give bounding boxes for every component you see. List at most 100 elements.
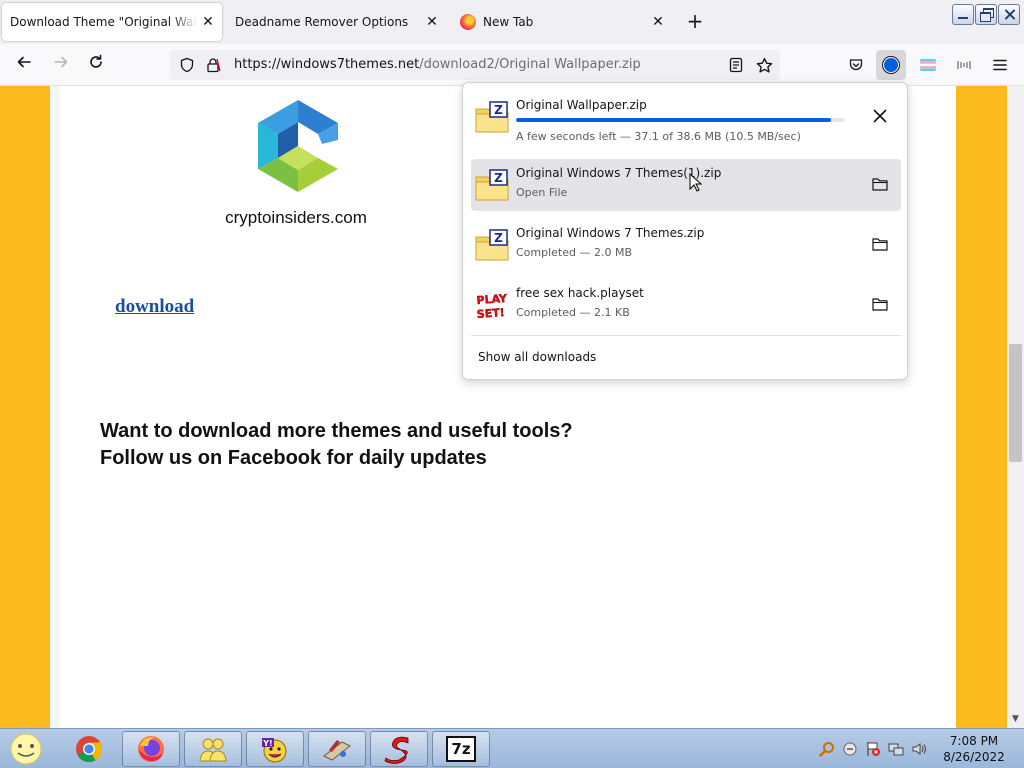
lock-icon[interactable] (202, 54, 224, 76)
tab-new-tab[interactable]: New Tab ✕ (452, 3, 672, 41)
tab-deadname-remover[interactable]: Deadname Remover Options ✕ (226, 3, 446, 41)
scroll-down-arrow-icon[interactable]: ▼ (1007, 714, 1024, 726)
zip-file-icon: Z (475, 229, 509, 261)
zip-file-icon: Z (475, 101, 509, 133)
forward-arrow-icon (54, 56, 68, 68)
minimize-button[interactable] (952, 4, 974, 25)
taskbar-contacts[interactable] (184, 731, 242, 767)
downloads-button[interactable] (876, 50, 906, 80)
promo-text: Want to download more themes and useful … (100, 418, 573, 472)
taskbar-paint-app[interactable] (308, 731, 366, 767)
action-center-flag-icon[interactable] (864, 741, 881, 758)
reload-button[interactable] (85, 54, 107, 76)
volume-icon[interactable] (910, 741, 927, 758)
back-arrow-icon (17, 56, 31, 68)
folder-icon (872, 298, 888, 311)
download-status: Completed — 2.0 MB (516, 246, 633, 259)
taskbar: Y! 7z 7:08 PM 8/26/2022 (0, 728, 1024, 768)
show-all-downloads-button[interactable]: Show all downloads (478, 350, 596, 364)
site-name: cryptoinsiders.com (225, 208, 367, 227)
download-progress-bar (516, 118, 844, 122)
tracking-protection-shield-icon[interactable] (176, 54, 198, 76)
extension-icon[interactable] (953, 54, 975, 76)
tab-title: Deadname Remover Options (235, 15, 409, 29)
divider (471, 335, 901, 336)
tab-close-icon[interactable]: ✕ (200, 14, 216, 30)
download-progress-icon (882, 56, 900, 74)
svg-text:SET!: SET! (476, 306, 505, 321)
download-item-original-wallpaper[interactable]: Z Original Wallpaper.zip A few seconds l… (471, 91, 901, 143)
red-s-app-icon (384, 736, 409, 764)
taskbar-app-s[interactable] (370, 731, 428, 767)
taskbar-yahoo-messenger[interactable]: Y! (246, 731, 304, 767)
promo-line-1: Want to download more themes and useful … (100, 420, 573, 442)
chrome-icon (76, 736, 103, 763)
navigation-toolbar: https://windows7themes.net/download2/Ori… (0, 44, 1024, 86)
taskbar-chrome[interactable] (60, 731, 118, 767)
playset-file-icon: PLAY SET! (476, 292, 509, 321)
url-path: /download2/Original Wallpaper.zip (419, 57, 641, 72)
download-item-themes-1[interactable]: Z Original Windows 7 Themes(1).zip Open … (471, 159, 901, 211)
url-text[interactable]: https://windows7themes.net/download2/Ori… (234, 57, 641, 72)
clock-date: 8/26/2022 (943, 750, 1005, 764)
firefox-icon (138, 736, 164, 762)
new-tab-button[interactable]: + (686, 11, 704, 31)
download-status: Open File (516, 186, 568, 199)
address-bar[interactable]: https://windows7themes.net/download2/Ori… (170, 50, 780, 80)
tab-close-icon[interactable]: ✕ (424, 14, 440, 30)
download-name: Original Windows 7 Themes.zip (516, 226, 705, 240)
paint-icon (323, 740, 351, 761)
extension-flag-icon[interactable] (917, 54, 939, 76)
taskbar-7zip[interactable]: 7z (432, 731, 490, 767)
page-left-strip (50, 86, 60, 728)
cryptoinsiders-logo (258, 100, 338, 192)
svg-text:Z: Z (494, 103, 503, 117)
pocket-icon[interactable] (845, 54, 867, 76)
folder-icon (872, 178, 888, 191)
svg-text:Z: Z (494, 231, 503, 245)
vertical-scrollbar[interactable]: ▼ (1007, 86, 1024, 728)
download-link[interactable]: download (115, 296, 194, 318)
clock-time: 7:08 PM (949, 734, 999, 748)
close-window-button[interactable] (998, 4, 1020, 25)
tab-strip: Download Theme "Original Wallpap ✕ Deadn… (0, 0, 1024, 44)
download-item-playset[interactable]: PLAY SET! free sex hack.playset Complete… (471, 279, 901, 331)
taskbar-firefox[interactable] (122, 731, 180, 767)
start-button[interactable] (0, 731, 52, 767)
svg-text:Z: Z (494, 171, 503, 185)
tab-close-icon[interactable]: ✕ (650, 14, 666, 30)
show-in-folder-button[interactable] (869, 293, 891, 315)
network-icon[interactable] (887, 741, 904, 758)
promo-line-2: Follow us on Facebook for daily updates (100, 447, 487, 469)
forward-button[interactable] (50, 54, 72, 76)
download-name: free sex hack.playset (516, 286, 644, 300)
back-button[interactable] (13, 54, 35, 76)
firefox-icon (460, 14, 476, 30)
download-item-themes[interactable]: Z Original Windows 7 Themes.zip Complete… (471, 219, 901, 271)
cancel-download-button[interactable] (869, 105, 891, 127)
restore-button[interactable] (975, 4, 997, 25)
svg-text:Y!: Y! (262, 739, 272, 748)
menu-hamburger-icon[interactable] (989, 54, 1011, 76)
search-icon[interactable] (818, 741, 835, 758)
system-clock[interactable]: 7:08 PM 8/26/2022 (942, 733, 1006, 765)
download-name: Original Wallpaper.zip (516, 98, 647, 112)
reader-view-icon[interactable] (725, 54, 747, 76)
svg-text:PLAY: PLAY (476, 292, 508, 307)
url-host: https://windows7themes.net (234, 57, 420, 72)
scrollbar-thumb[interactable] (1009, 344, 1022, 462)
folder-icon (872, 238, 888, 251)
status-circle-icon[interactable] (841, 741, 858, 758)
show-in-folder-button[interactable] (869, 233, 891, 255)
download-status: A few seconds left — 37.1 of 38.6 MB (10… (516, 130, 801, 143)
close-icon (873, 109, 887, 123)
yahoo-messenger-icon: Y! (262, 738, 287, 763)
mouse-cursor-icon (689, 173, 703, 192)
reload-icon (90, 54, 102, 68)
start-orb-icon (10, 733, 42, 765)
download-status: Completed — 2.1 KB (516, 306, 630, 319)
bookmark-star-icon[interactable] (753, 54, 775, 76)
tab-download-theme[interactable]: Download Theme "Original Wallpap ✕ (2, 3, 222, 41)
tab-title: New Tab (483, 15, 534, 29)
show-in-folder-button[interactable] (869, 173, 891, 195)
